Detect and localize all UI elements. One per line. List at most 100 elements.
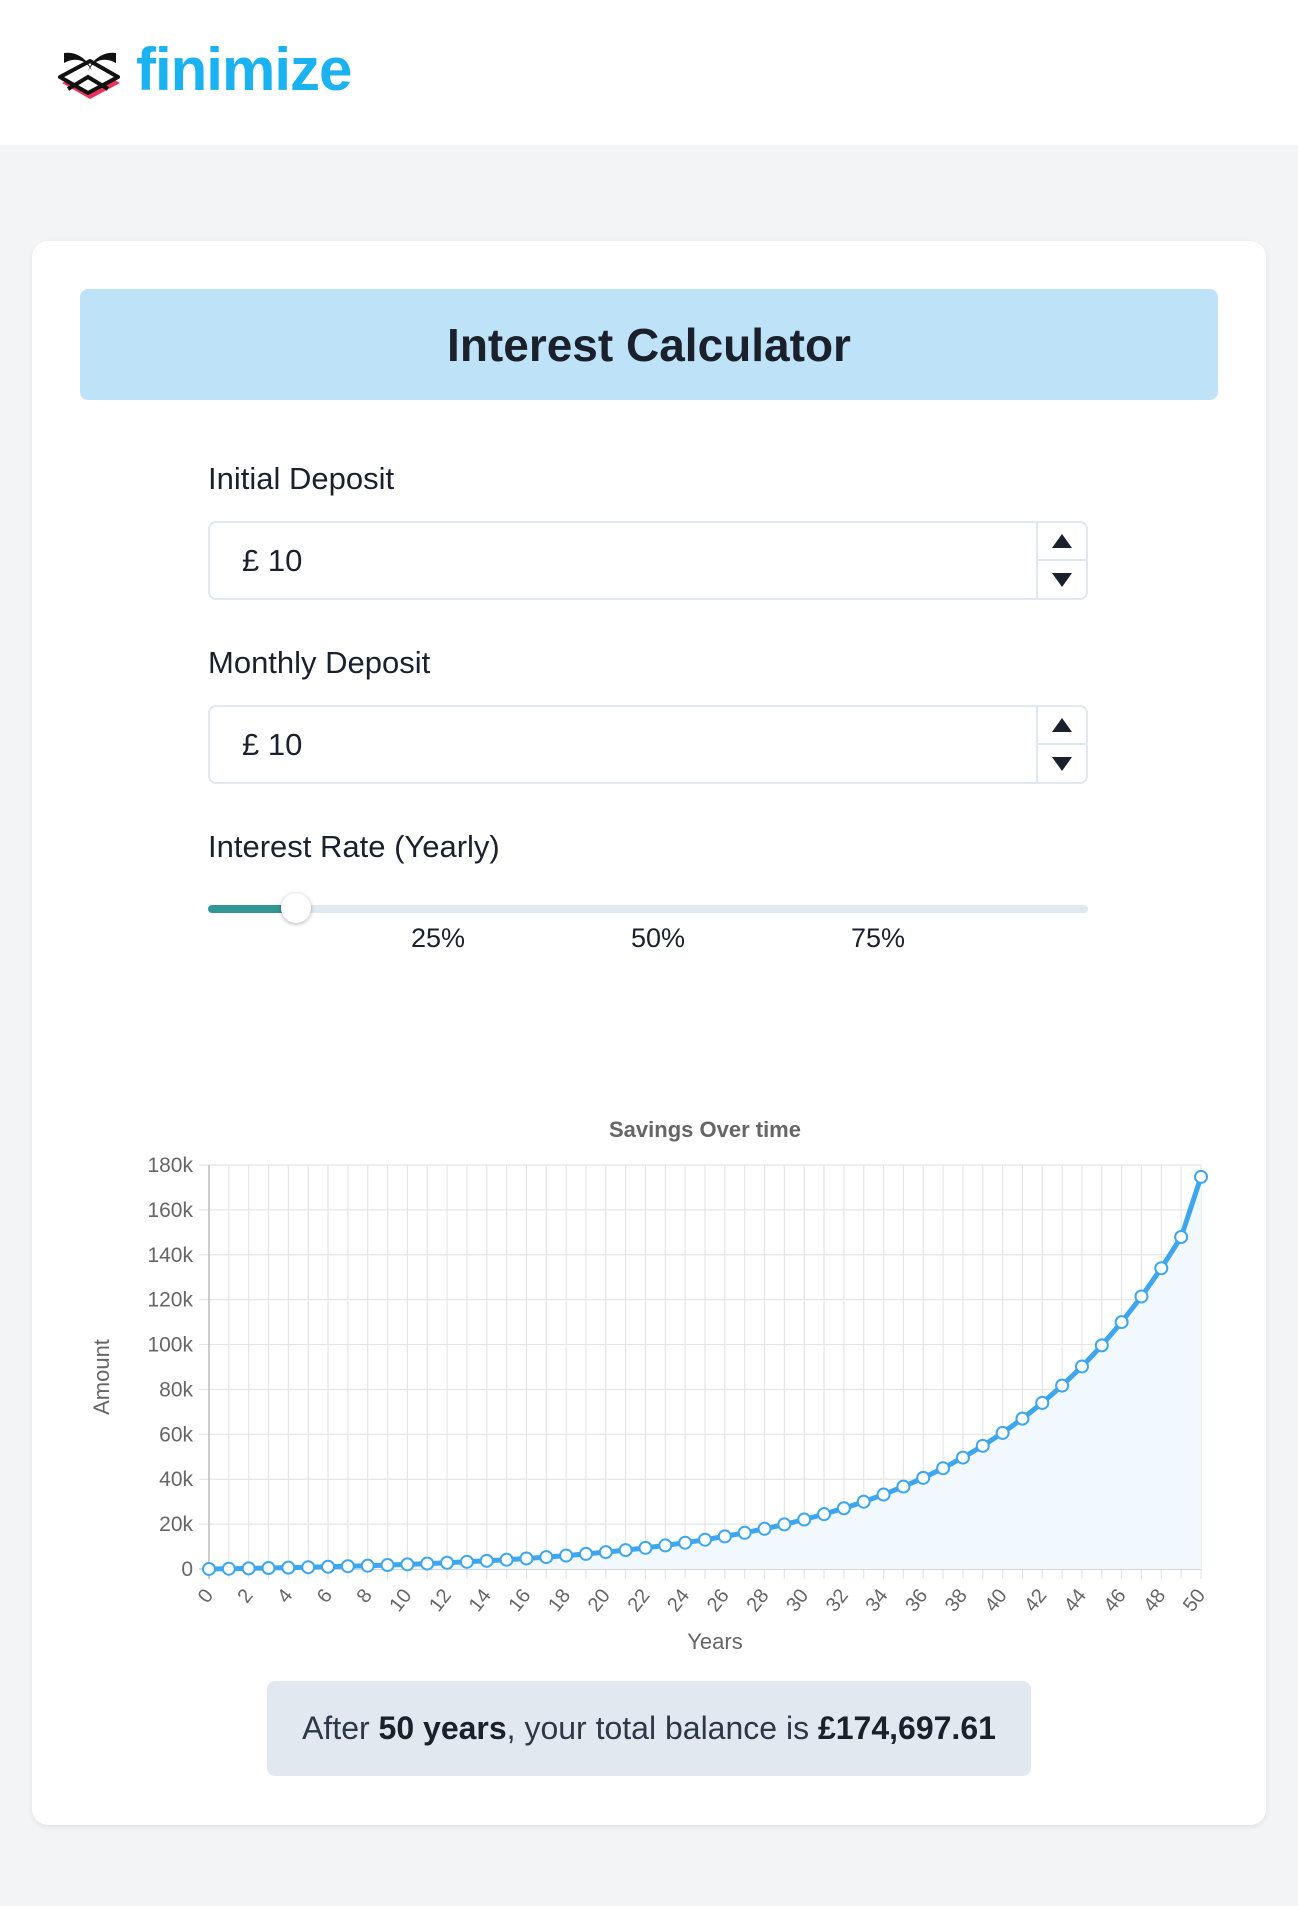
summary-prefix: After xyxy=(302,1710,370,1746)
finimize-logo-icon xyxy=(58,52,120,99)
data-point xyxy=(638,1540,653,1555)
data-point xyxy=(578,1546,593,1561)
calculator-card: Interest Calculator Initial Deposit £ 10… xyxy=(32,241,1266,1825)
data-point xyxy=(360,1558,375,1573)
data-point xyxy=(975,1438,990,1453)
x-tick-label: 2 xyxy=(234,1585,258,1607)
x-tick-label: 22 xyxy=(623,1585,654,1616)
result-summary: After 50 years, your total balance is £1… xyxy=(267,1681,1031,1776)
y-tick-label: 120k xyxy=(147,1289,193,1312)
x-tick-label: 12 xyxy=(425,1585,456,1616)
y-tick-label: 180k xyxy=(147,1154,193,1177)
x-tick-label: 38 xyxy=(941,1585,972,1616)
x-tick-label: 18 xyxy=(544,1585,575,1616)
data-point xyxy=(1154,1261,1169,1276)
data-point xyxy=(876,1487,891,1502)
data-point xyxy=(1174,1230,1189,1245)
x-tick-label: 4 xyxy=(273,1585,297,1607)
x-tick-label: 28 xyxy=(742,1585,773,1616)
savings-chart: Savings Over time 0 20k 40k 60k 80k 100k 120k 14… xyxy=(89,1117,1210,1654)
data-point xyxy=(281,1560,296,1575)
x-tick-label: 42 xyxy=(1020,1585,1051,1616)
chart-title: Savings Over time xyxy=(609,1117,801,1142)
data-point xyxy=(777,1517,792,1532)
data-point xyxy=(1094,1338,1109,1353)
data-point xyxy=(301,1560,316,1575)
data-point xyxy=(1074,1359,1089,1374)
x-tick-label: 10 xyxy=(385,1585,416,1616)
data-point xyxy=(995,1425,1010,1440)
data-point xyxy=(459,1554,474,1569)
data-point xyxy=(757,1521,772,1536)
summary-middle: , your total balance is xyxy=(506,1710,810,1746)
y-tick-label: 100k xyxy=(147,1334,193,1357)
x-tick-label: 6 xyxy=(313,1585,337,1607)
x-tick-label: 34 xyxy=(862,1585,893,1616)
y-tick-label: 60k xyxy=(159,1423,193,1446)
data-point xyxy=(698,1532,712,1547)
summary-years: 50 years xyxy=(378,1710,507,1746)
data-point xyxy=(420,1556,435,1571)
y-tick-label: 80k xyxy=(159,1378,193,1401)
site-header: finimize xyxy=(0,0,1298,145)
data-point xyxy=(400,1557,415,1572)
data-point xyxy=(856,1494,871,1509)
y-tick-label: 140k xyxy=(147,1244,193,1267)
y-tick-label: 0 xyxy=(181,1558,193,1581)
data-point xyxy=(1015,1411,1030,1426)
data-point xyxy=(916,1470,931,1485)
y-tick-label: 160k xyxy=(147,1199,193,1222)
x-tick-label: 0 xyxy=(194,1585,218,1607)
data-point xyxy=(1134,1289,1149,1304)
logo-wordmark: finimize xyxy=(136,36,352,103)
x-tick-label: 44 xyxy=(1060,1585,1091,1616)
data-point xyxy=(678,1535,693,1550)
x-axis-label: Years xyxy=(687,1629,742,1654)
data-point xyxy=(737,1525,752,1540)
data-point xyxy=(479,1553,494,1568)
y-axis-label: Amount xyxy=(89,1339,114,1415)
data-point xyxy=(836,1501,851,1516)
data-point xyxy=(499,1552,514,1567)
data-point xyxy=(717,1529,732,1544)
data-point xyxy=(261,1561,276,1576)
data-point xyxy=(1194,1169,1208,1184)
data-point xyxy=(241,1561,256,1576)
x-tick-label: 46 xyxy=(1100,1585,1131,1616)
data-point xyxy=(559,1548,574,1563)
data-point xyxy=(221,1561,236,1576)
data-point xyxy=(1035,1395,1050,1410)
x-tick-label: 24 xyxy=(663,1585,694,1616)
data-point xyxy=(321,1559,336,1574)
x-tick-label: 36 xyxy=(901,1585,932,1616)
x-tick-label: 8 xyxy=(353,1585,377,1607)
data-point xyxy=(618,1543,633,1558)
x-tick-label: 16 xyxy=(504,1585,535,1616)
finimize-logo[interactable]: finimize xyxy=(54,36,352,103)
data-point xyxy=(539,1550,554,1565)
data-point xyxy=(519,1551,534,1566)
data-point xyxy=(202,1561,216,1576)
data-point xyxy=(936,1461,951,1476)
x-tick-label: 14 xyxy=(465,1585,496,1616)
x-tick-label: 32 xyxy=(822,1585,853,1616)
y-tick-label: 40k xyxy=(159,1468,193,1491)
x-tick-label: 30 xyxy=(782,1585,813,1616)
y-tick-label: 20k xyxy=(159,1513,193,1536)
x-tick-label: 48 xyxy=(1139,1585,1170,1616)
data-point xyxy=(955,1450,970,1465)
x-tick-label: 40 xyxy=(981,1585,1012,1616)
data-point xyxy=(658,1538,673,1553)
data-point xyxy=(380,1558,395,1573)
data-point xyxy=(817,1507,832,1522)
x-tick-label: 20 xyxy=(584,1585,615,1616)
data-point xyxy=(1114,1315,1129,1330)
data-point xyxy=(896,1479,911,1494)
x-tick-label: 26 xyxy=(703,1585,734,1616)
x-tick-label: 50 xyxy=(1179,1585,1210,1616)
data-point xyxy=(598,1545,613,1560)
data-point xyxy=(797,1512,812,1527)
data-point xyxy=(440,1555,455,1570)
data-point xyxy=(1055,1378,1070,1393)
data-point xyxy=(340,1559,355,1574)
